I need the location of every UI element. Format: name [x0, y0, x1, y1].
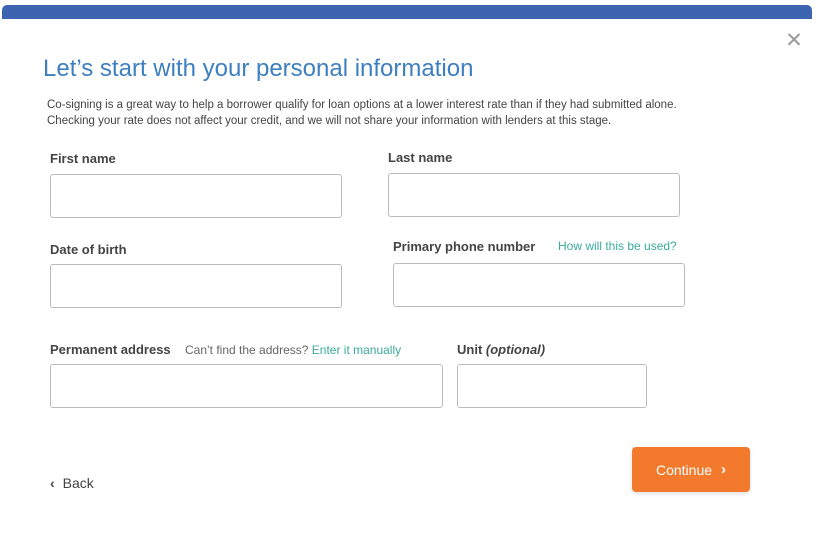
phone-input[interactable] — [393, 263, 685, 307]
first-name-input[interactable] — [50, 174, 342, 218]
unit-optional-text: (optional) — [485, 342, 546, 357]
unit-label-text: Unit — [457, 342, 483, 357]
close-icon[interactable]: ✕ — [785, 30, 803, 51]
top-accent-bar — [2, 5, 812, 19]
dob-label: Date of birth — [50, 242, 127, 257]
phone-label: Primary phone number — [393, 239, 536, 254]
address-hint-text: Can’t find the address? — [185, 343, 309, 357]
continue-label: Continue — [655, 461, 713, 478]
phone-help-link[interactable]: How will this be used? — [558, 239, 677, 253]
intro-line-2: Checking your rate does not affect your … — [47, 115, 612, 127]
chevron-left-icon: ‹ — [50, 475, 55, 491]
address-label: Permanent address — [50, 342, 171, 357]
back-label: Back — [62, 475, 94, 491]
page-title: Let’s start with your personal informati… — [43, 55, 474, 82]
unit-input[interactable] — [457, 364, 647, 408]
last-name-label: Last name — [388, 150, 453, 165]
enter-manually-link[interactable]: Enter it manually — [312, 343, 401, 357]
chevron-right-icon: › — [721, 461, 727, 478]
intro-text: Co-signing is a great way to help a borr… — [47, 97, 787, 129]
continue-button[interactable]: Continue › — [632, 447, 750, 492]
last-name-input[interactable] — [388, 173, 680, 217]
first-name-label: First name — [50, 151, 116, 166]
unit-label: Unit (optional) — [457, 342, 545, 357]
address-input[interactable] — [50, 364, 443, 408]
intro-line-1: Co-signing is a great way to help a borr… — [47, 99, 677, 111]
dob-input[interactable] — [50, 264, 342, 308]
back-button[interactable]: ‹ Back — [50, 475, 94, 491]
address-hint: Can’t find the address? Enter it manuall… — [185, 343, 401, 357]
